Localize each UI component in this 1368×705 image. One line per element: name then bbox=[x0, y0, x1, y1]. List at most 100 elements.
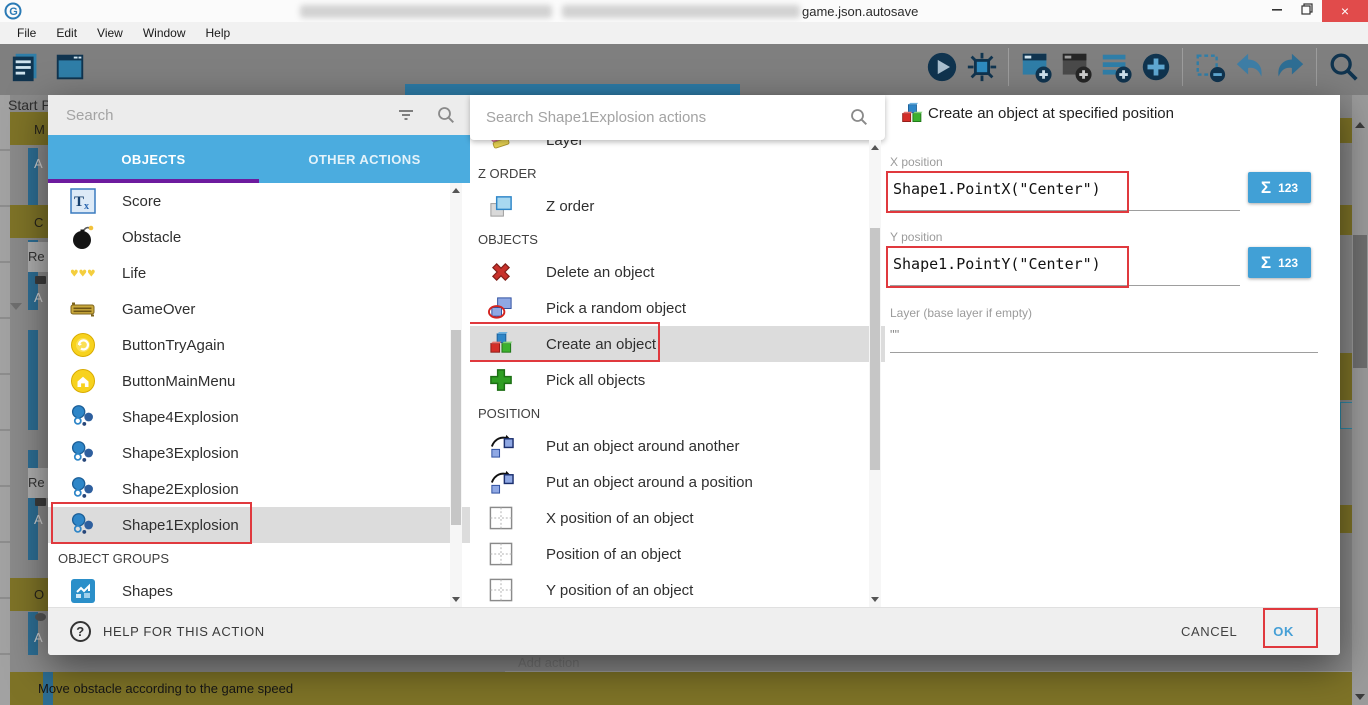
svg-text:x: x bbox=[84, 201, 89, 212]
list-item-label: Create an object bbox=[546, 336, 656, 353]
action-title: Create an object at specified position bbox=[928, 105, 1174, 122]
background-tab-label: Start P bbox=[8, 97, 48, 113]
list-item-life[interactable]: ♥♥♥Life bbox=[48, 255, 470, 291]
actions-scrollbar[interactable] bbox=[869, 140, 881, 607]
scroll-down-icon[interactable] bbox=[452, 597, 460, 602]
list-item-label: Pick a random object bbox=[546, 300, 686, 317]
background-comment-text: Move obstacle according to the game spee… bbox=[38, 681, 293, 696]
y-expression-button[interactable]: Σ 123 bbox=[1248, 247, 1311, 278]
background-text-fragment: C bbox=[34, 215, 43, 230]
list-item-shapes[interactable]: Shapes bbox=[48, 573, 470, 607]
tab-other-actions[interactable]: OTHER ACTIONS bbox=[259, 135, 470, 183]
layer-value[interactable]: "" bbox=[890, 327, 899, 342]
list-item-y-position-of-an-object[interactable]: Y position of an object bbox=[470, 572, 885, 607]
scroll-up-icon[interactable] bbox=[452, 188, 460, 193]
scroll-down-icon[interactable] bbox=[871, 597, 879, 602]
list-item-obstacle[interactable]: Obstacle bbox=[48, 219, 470, 255]
list-item-gameover[interactable]: GameOver bbox=[48, 291, 470, 327]
text-object-icon: Tx bbox=[70, 188, 96, 214]
scrollbar-thumb[interactable] bbox=[451, 330, 461, 525]
redo-icon[interactable] bbox=[1271, 49, 1308, 86]
undo-icon[interactable] bbox=[1231, 49, 1268, 86]
menu-file[interactable]: File bbox=[8, 24, 45, 42]
objects-scrollbar[interactable] bbox=[450, 183, 462, 607]
list-item-label: ButtonTryAgain bbox=[122, 337, 225, 354]
restore-button[interactable] bbox=[1292, 0, 1322, 22]
list-item-pick-a-random-object[interactable]: Pick a random object bbox=[470, 290, 885, 326]
add-external-layout-icon[interactable] bbox=[1097, 49, 1134, 86]
list-item-buttonmainmenu[interactable]: ButtonMainMenu bbox=[48, 363, 470, 399]
list-item-put-an-object-around-a-position[interactable]: Put an object around a position bbox=[470, 464, 885, 500]
pick-random-icon bbox=[488, 295, 514, 321]
position-grid-icon bbox=[488, 505, 514, 531]
scroll-down-icon[interactable] bbox=[1355, 694, 1365, 700]
minimize-button[interactable] bbox=[1262, 0, 1292, 22]
object-group-icon bbox=[70, 578, 96, 604]
list-item-label: GameOver bbox=[122, 301, 195, 318]
background-text-fragment: M bbox=[34, 122, 45, 137]
application-window: G game.json.autosave × FileEditViewWindo… bbox=[0, 0, 1368, 705]
help-icon: ? bbox=[70, 621, 91, 642]
list-item-x-position-of-an-object[interactable]: X position of an object bbox=[470, 500, 885, 536]
gameover-banner-icon bbox=[70, 296, 96, 322]
list-item-create-an-object[interactable]: Create an object bbox=[470, 326, 885, 362]
list-item-put-an-object-around-another[interactable]: Put an object around another bbox=[470, 428, 885, 464]
background-text-fragment: A bbox=[34, 156, 43, 171]
objects-list: TxScoreObstacle♥♥♥Life GameOver ButtonTryA… bbox=[48, 183, 470, 607]
window-title: game.json.autosave bbox=[802, 4, 918, 19]
add-object-icon[interactable] bbox=[1137, 49, 1174, 86]
list-item-pick-all-objects[interactable]: Pick all objects bbox=[470, 362, 885, 398]
background-text-fragment: A bbox=[34, 630, 43, 645]
tab-objects[interactable]: OBJECTS bbox=[48, 135, 259, 183]
menu-view[interactable]: View bbox=[88, 24, 132, 42]
list-item-label: Pick all objects bbox=[546, 372, 645, 389]
scroll-up-icon[interactable] bbox=[871, 145, 879, 150]
list-item-shape1explosion[interactable]: Shape1Explosion bbox=[48, 507, 470, 543]
search-icon[interactable] bbox=[1325, 49, 1362, 86]
svg-text:G: G bbox=[9, 6, 18, 18]
svg-text:T: T bbox=[74, 194, 84, 210]
debug-icon[interactable] bbox=[963, 49, 1000, 86]
toolbar-right-group bbox=[923, 48, 1362, 86]
particle-emitter-icon bbox=[70, 404, 96, 430]
instruction-editor-dialog: OBJECTS OTHER ACTIONS TxScoreObstacle♥♥♥… bbox=[48, 95, 1340, 655]
section-header-z-order: Z ORDER bbox=[470, 158, 885, 188]
x-expression-button[interactable]: Σ 123 bbox=[1248, 172, 1311, 203]
section-header-position: POSITION bbox=[470, 398, 885, 428]
scrollbar-thumb[interactable] bbox=[1353, 235, 1367, 368]
menu-window[interactable]: Window bbox=[134, 24, 195, 42]
editor-window-icon[interactable] bbox=[51, 48, 88, 85]
actions-search-input[interactable] bbox=[470, 108, 810, 127]
list-item-shape4explosion[interactable]: Shape4Explosion bbox=[48, 399, 470, 435]
list-item-shape3explosion[interactable]: Shape3Explosion bbox=[48, 435, 470, 471]
project-manager-icon[interactable] bbox=[8, 48, 45, 85]
remove-event-icon[interactable] bbox=[1191, 49, 1228, 86]
list-item-label: X position of an object bbox=[546, 510, 694, 527]
scroll-up-icon[interactable] bbox=[1355, 122, 1365, 128]
list-item-position-of-an-object[interactable]: Position of an object bbox=[470, 536, 885, 572]
scrollbar-thumb[interactable] bbox=[870, 228, 880, 470]
list-item-buttontryagain[interactable]: ButtonTryAgain bbox=[48, 327, 470, 363]
background-scene-tab bbox=[405, 84, 740, 95]
filter-icon[interactable] bbox=[396, 105, 416, 125]
play-icon[interactable] bbox=[923, 49, 960, 86]
list-item-z-order[interactable]: Z order bbox=[470, 188, 885, 224]
list-item-label: Put an object around a position bbox=[546, 474, 753, 491]
list-item-score[interactable]: TxScore bbox=[48, 183, 470, 219]
list-item-shape2explosion[interactable]: Shape2Explosion bbox=[48, 471, 470, 507]
event-sheet-scrollbar[interactable] bbox=[1352, 95, 1368, 705]
annotation-box bbox=[886, 171, 1129, 213]
objects-search-input[interactable] bbox=[48, 106, 368, 125]
cancel-button[interactable]: CANCEL bbox=[1181, 624, 1237, 639]
list-item-delete-an-object[interactable]: Delete an object bbox=[470, 254, 885, 290]
add-scene-icon[interactable] bbox=[1017, 49, 1054, 86]
close-button[interactable]: × bbox=[1322, 0, 1368, 22]
add-external-events-icon[interactable] bbox=[1057, 49, 1094, 86]
list-item-label: Delete an object bbox=[546, 264, 654, 281]
background-text-fragment: Re bbox=[28, 475, 45, 490]
menu-edit[interactable]: Edit bbox=[47, 24, 86, 42]
list-item-label: Shape3Explosion bbox=[122, 445, 239, 462]
objects-tab-bar: OBJECTS OTHER ACTIONS bbox=[48, 135, 470, 183]
help-button[interactable]: ? HELP FOR THIS ACTION bbox=[70, 621, 265, 642]
menu-help[interactable]: Help bbox=[197, 24, 240, 42]
